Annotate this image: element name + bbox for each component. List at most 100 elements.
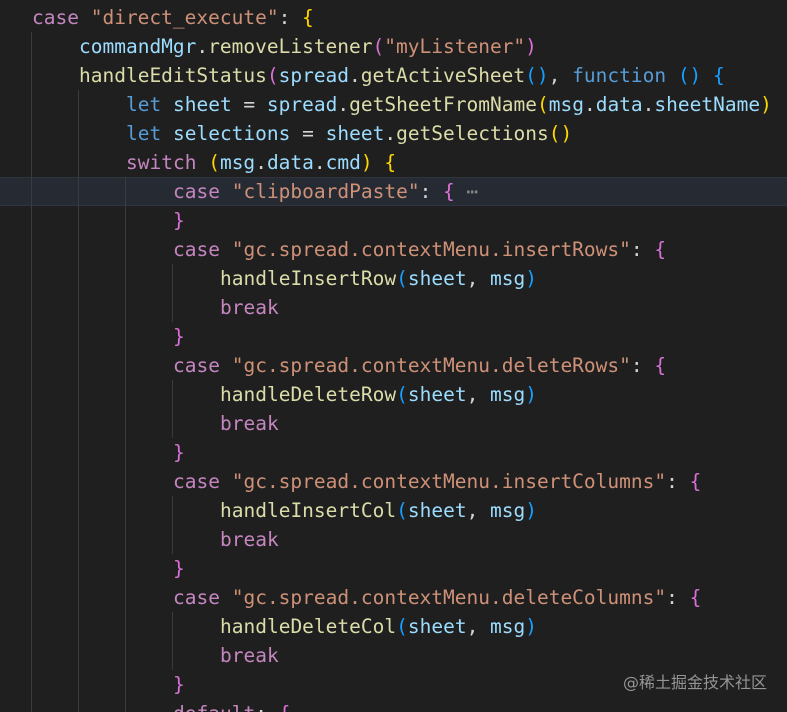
indent-guide <box>78 206 79 235</box>
code-text: handleDeleteRow(sheet, msg) <box>220 380 537 409</box>
code-line[interactable]: break <box>0 641 787 670</box>
indent-guide <box>31 90 32 119</box>
indent-guide <box>172 612 173 641</box>
indent-guide <box>172 380 173 409</box>
code-token: () <box>677 64 702 87</box>
code-line[interactable]: } <box>0 206 787 235</box>
code-line[interactable]: commandMgr.removeListener("myListener") <box>0 32 787 61</box>
code-token: : <box>666 470 690 493</box>
folded-region-ellipsis[interactable]: ⋯ <box>467 180 479 203</box>
code-token: . <box>642 93 655 116</box>
code-token: { <box>689 470 702 493</box>
code-line[interactable]: case "gc.spread.contextMenu.deleteRows":… <box>0 351 787 380</box>
code-line[interactable]: break <box>0 525 787 554</box>
indent-guide <box>78 467 79 496</box>
code-token: sheet <box>407 267 467 290</box>
indent-guide <box>172 264 173 293</box>
code-token: sheet <box>407 615 467 638</box>
indent-guide <box>78 583 79 612</box>
code-token: "clipboardPaste" <box>231 180 420 203</box>
code-token: ( <box>536 93 549 116</box>
code-token: data <box>266 151 314 174</box>
code-token: msg <box>490 499 526 522</box>
code-token: getSheetFromName <box>349 93 537 116</box>
code-token: "gc.spread.contextMenu.deleteColumns" <box>231 586 667 609</box>
code-token: ) <box>525 35 537 58</box>
code-token: : <box>630 238 655 261</box>
code-token: { <box>654 354 667 377</box>
code-token: . <box>255 151 267 174</box>
code-token: case <box>173 238 220 261</box>
indent-guide <box>78 496 79 525</box>
code-token: data <box>595 93 643 116</box>
code-token: cmd <box>325 151 361 174</box>
code-line[interactable]: handleEditStatus(spread.getActiveSheet()… <box>0 61 787 90</box>
indent-guide <box>125 351 126 380</box>
code-line[interactable]: } <box>0 322 787 351</box>
watermark: @稀土掘金技术社区 <box>622 673 767 692</box>
code-token: , <box>466 267 491 290</box>
code-token: handleEditStatus <box>79 64 267 87</box>
code-token: case <box>173 180 220 203</box>
code-line[interactable]: handleInsertCol(sheet, msg) <box>0 496 787 525</box>
code-line[interactable]: } <box>0 554 787 583</box>
code-line[interactable]: case "clipboardPaste": { ⋯ <box>0 177 787 206</box>
code-token: { <box>384 151 397 174</box>
code-line[interactable]: case "direct_execute": { <box>0 3 787 32</box>
code-token: . <box>583 93 596 116</box>
code-text: commandMgr.removeListener("myListener") <box>79 32 537 61</box>
indent-guide <box>172 293 173 322</box>
code-token: ) <box>525 499 538 522</box>
code-line[interactable]: let selections = sheet.getSelections() <box>0 119 787 148</box>
indent-guide <box>172 409 173 438</box>
indent-guide <box>78 90 79 119</box>
indent-guide <box>172 641 173 670</box>
indent-guide <box>31 641 32 670</box>
indent-guide <box>31 264 32 293</box>
code-token: } <box>173 209 185 232</box>
code-line[interactable]: let sheet = spread.getSheetFromName(msg.… <box>0 90 787 119</box>
code-token: removeListener <box>208 35 373 58</box>
indent-guide <box>78 670 79 699</box>
code-token: sheet <box>407 383 467 406</box>
code-line[interactable]: case "gc.spread.contextMenu.insertColumn… <box>0 467 787 496</box>
indent-guide <box>125 380 126 409</box>
code-token: ) <box>760 93 772 116</box>
code-text: handleDeleteCol(sheet, msg) <box>220 612 537 641</box>
code-token: "gc.spread.contextMenu.insertRows" <box>231 238 631 261</box>
code-line[interactable]: handleInsertRow(sheet, msg) <box>0 264 787 293</box>
code-line[interactable]: case "gc.spread.contextMenu.insertRows":… <box>0 235 787 264</box>
code-token: , <box>466 383 491 406</box>
code-token: case <box>173 354 220 377</box>
code-token: ) <box>525 615 538 638</box>
code-token: ( <box>396 615 408 638</box>
code-line[interactable]: switch (msg.data.cmd) { <box>0 148 787 177</box>
code-token: "myListener" <box>384 35 526 58</box>
code-token: case <box>173 586 220 609</box>
code-text: case "gc.spread.contextMenu.insertRows":… <box>173 235 666 264</box>
code-line[interactable]: handleDeleteRow(sheet, msg) <box>0 380 787 409</box>
code-token: : <box>630 354 655 377</box>
code-line[interactable]: handleDeleteCol(sheet, msg) <box>0 612 787 641</box>
indent-guide <box>125 670 126 699</box>
code-text: } <box>173 322 185 351</box>
code-text: let selections = sheet.getSelections() <box>126 119 572 148</box>
code-token: case <box>32 6 79 29</box>
code-line[interactable]: case "gc.spread.contextMenu.deleteColumn… <box>0 583 787 612</box>
code-line[interactable]: break <box>0 409 787 438</box>
code-editor[interactable]: case "direct_execute": {commandMgr.remov… <box>0 0 787 712</box>
code-line[interactable]: default: { <box>0 699 787 712</box>
code-token: } <box>173 673 185 696</box>
indent-guide <box>125 235 126 264</box>
code-line[interactable]: } <box>0 438 787 467</box>
indent-guide <box>31 206 32 235</box>
code-text: handleEditStatus(spread.getActiveSheet()… <box>79 61 725 90</box>
code-line[interactable]: break <box>0 293 787 322</box>
